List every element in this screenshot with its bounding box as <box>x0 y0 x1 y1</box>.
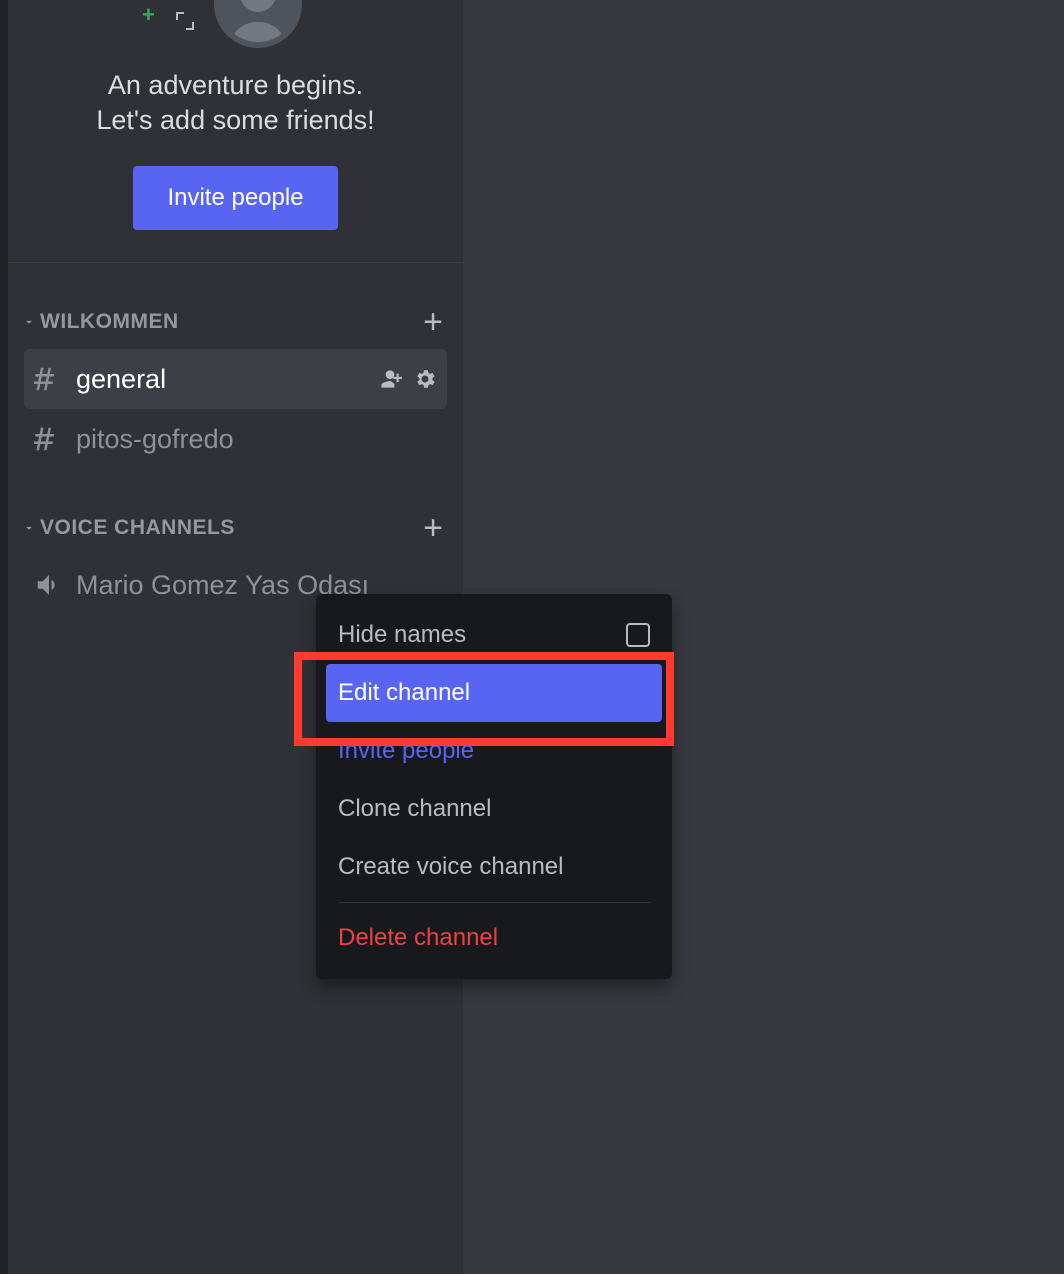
chevron-down-icon <box>22 315 36 329</box>
category-header[interactable]: VOICE CHANNELS + <box>16 511 455 545</box>
gear-icon[interactable] <box>413 366 437 392</box>
add-channel-button[interactable]: + <box>417 305 449 339</box>
welcome-line-2: Let's add some friends! <box>24 103 447 138</box>
speaker-icon <box>34 570 64 600</box>
channel-pitos-gofredo[interactable]: pitos-gofredo <box>24 409 447 469</box>
channel-name: general <box>76 364 377 395</box>
channel-context-menu: Hide names Edit channel Invite people Cl… <box>316 594 672 979</box>
menu-edit-channel[interactable]: Edit channel <box>326 664 662 722</box>
checkbox-icon[interactable] <box>626 623 650 647</box>
create-invite-icon[interactable] <box>377 366 403 392</box>
avatar-placeholder <box>214 0 302 48</box>
avatar-row: + <box>24 0 447 50</box>
crop-icon <box>176 12 194 30</box>
hash-icon <box>34 364 64 394</box>
category-label: VOICE CHANNELS <box>40 516 417 540</box>
welcome-line-1: An adventure begins. <box>24 68 447 103</box>
channel-general[interactable]: general <box>24 349 447 409</box>
menu-clone-channel[interactable]: Clone channel <box>326 780 662 838</box>
hash-icon <box>34 424 64 454</box>
welcome-text: An adventure begins. Let's add some frie… <box>24 68 447 138</box>
menu-divider <box>338 902 650 903</box>
channel-name: pitos-gofredo <box>76 424 437 455</box>
menu-invite-people[interactable]: Invite people <box>326 722 662 780</box>
menu-delete-channel[interactable]: Delete channel <box>326 909 662 967</box>
menu-item-label: Hide names <box>338 621 466 649</box>
category-wilkommen: WILKOMMEN + general <box>8 305 463 469</box>
menu-item-label: Edit channel <box>338 679 470 707</box>
menu-item-label: Delete channel <box>338 924 498 952</box>
channel-list: general pitos-gofredo <box>16 349 455 469</box>
menu-create-voice-channel[interactable]: Create voice channel <box>326 838 662 896</box>
welcome-panel: + An adventure begins. Let's add some fr… <box>8 0 463 263</box>
plus-icon: + <box>142 2 155 28</box>
server-strip <box>0 0 8 1274</box>
menu-item-label: Invite people <box>338 737 474 765</box>
chevron-down-icon <box>22 521 36 535</box>
add-channel-button[interactable]: + <box>417 511 449 545</box>
menu-hide-names[interactable]: Hide names <box>326 606 662 664</box>
category-header[interactable]: WILKOMMEN + <box>16 305 455 339</box>
menu-item-label: Clone channel <box>338 795 491 823</box>
category-label: WILKOMMEN <box>40 310 417 334</box>
invite-people-button[interactable]: Invite people <box>133 166 337 230</box>
menu-item-label: Create voice channel <box>338 853 563 881</box>
